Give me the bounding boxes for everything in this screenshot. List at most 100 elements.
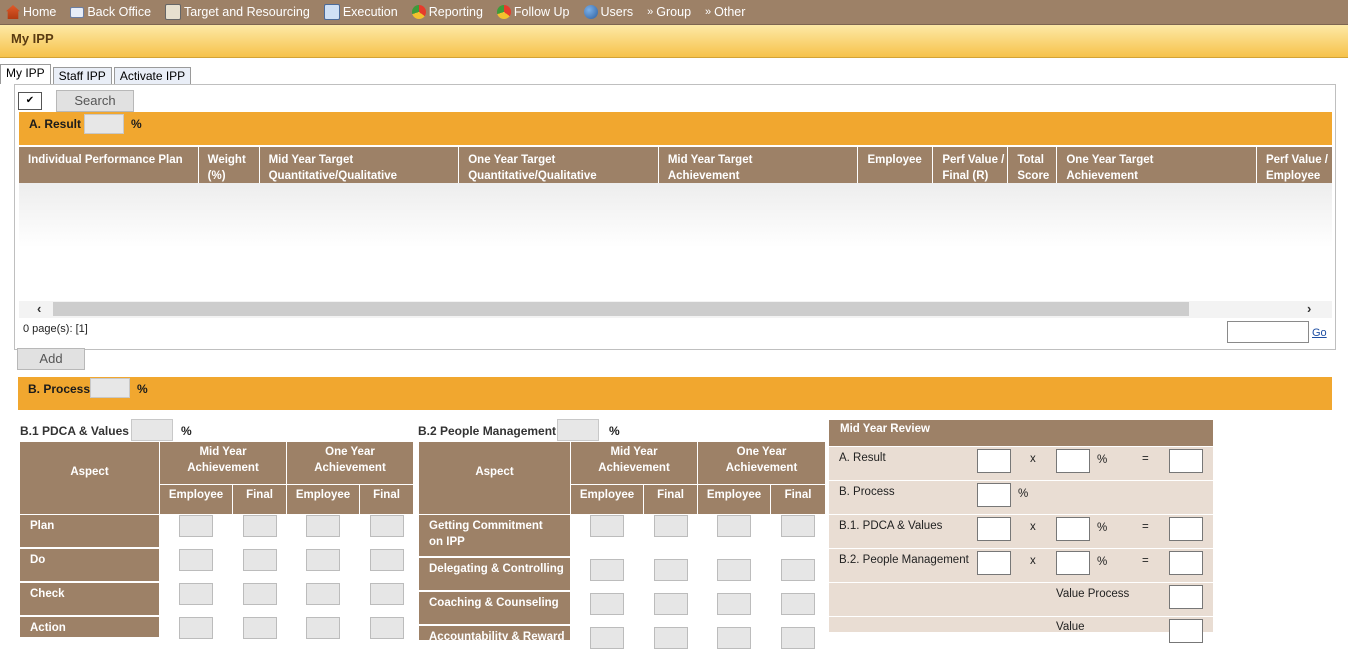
nav-home[interactable]: Home — [6, 5, 56, 19]
review-title: Mid Year Review — [829, 420, 1213, 446]
value-total[interactable] — [1169, 619, 1203, 643]
people-input[interactable] — [590, 559, 624, 581]
pdca-input[interactable] — [243, 617, 277, 639]
nav-label: Back Office — [87, 5, 152, 19]
pdca-input[interactable] — [243, 583, 277, 605]
nav-label: Target and Resourcing — [184, 5, 310, 19]
people-one-final-header: Final — [771, 485, 825, 514]
tab-strip: My IPP Staff IPP Activate IPP — [0, 64, 193, 85]
review-row-result: A. Result x % = — [829, 446, 1213, 480]
people-input[interactable] — [654, 593, 688, 615]
pdca-input[interactable] — [370, 617, 404, 639]
people-row-label: Coaching & Counseling — [419, 592, 570, 624]
nav-group[interactable]: » Group — [647, 5, 691, 19]
col-total-score: Total Score — [1008, 147, 1058, 183]
title-bar: My IPP — [0, 25, 1348, 58]
go-link[interactable]: Go — [1312, 327, 1327, 339]
review-people-total[interactable] — [1169, 551, 1203, 575]
pdca-input[interactable] — [179, 549, 213, 571]
target-icon — [165, 4, 182, 20]
people-row-label: Getting Commitment on IPP — [419, 515, 570, 556]
people-input[interactable] — [781, 593, 815, 615]
review-row-process: B. Process % — [829, 480, 1213, 514]
people-one-header: One Year Achievement — [698, 442, 825, 484]
pdca-input[interactable] — [179, 515, 213, 537]
percent-sign: % — [1097, 454, 1108, 466]
col-perf-final: Perf Value / Final (R) — [933, 147, 1009, 183]
pdca-mid-employee-header: Employee — [160, 485, 232, 514]
value-process-total[interactable] — [1169, 585, 1203, 609]
people-row-label: Accountability & Reward — [419, 626, 570, 640]
review-row-pdca: B.1. PDCA & Values x % = — [829, 514, 1213, 548]
pdca-input[interactable] — [306, 515, 340, 537]
col-weight: Weight (%) — [199, 147, 260, 183]
people-input[interactable] — [781, 559, 815, 581]
horizontal-scrollbar[interactable]: ‹ › — [19, 301, 1332, 318]
review-pdca-value[interactable] — [977, 517, 1011, 541]
value-label: Value — [1056, 621, 1085, 633]
people-input[interactable] — [590, 593, 624, 615]
review-row-value: Value — [829, 616, 1213, 643]
nav-reporting[interactable]: Reporting — [411, 5, 483, 19]
nav-back-office[interactable]: Back Office — [70, 5, 151, 19]
pdca-mid-final-header: Final — [233, 485, 286, 514]
pdca-input[interactable] — [370, 549, 404, 571]
review-result-total[interactable] — [1169, 449, 1203, 473]
people-weight-input[interactable] — [557, 419, 599, 441]
people-input[interactable] — [654, 627, 688, 649]
value-process-label: Value Process — [1056, 588, 1130, 600]
people-input[interactable] — [717, 593, 751, 615]
tab-activate-ipp[interactable]: Activate IPP — [113, 67, 192, 85]
people-input[interactable] — [781, 515, 815, 537]
pdca-weight-input[interactable] — [131, 419, 173, 441]
process-weight-input[interactable] — [90, 378, 130, 398]
percent-sign: % — [1097, 556, 1108, 568]
review-result-value[interactable] — [977, 449, 1011, 473]
scroll-right-icon[interactable]: › — [1307, 301, 1311, 316]
result-weight-input[interactable] — [84, 114, 124, 134]
pdca-input[interactable] — [179, 617, 213, 639]
people-input[interactable] — [717, 559, 751, 581]
scroll-left-icon[interactable]: ‹ — [37, 301, 41, 316]
nav-users[interactable]: Users — [583, 5, 633, 19]
nav-target-resourcing[interactable]: Target and Resourcing — [165, 4, 310, 20]
people-input[interactable] — [781, 627, 815, 649]
pdca-input[interactable] — [370, 515, 404, 537]
pdca-mid-header: Mid Year Achievement — [160, 442, 286, 484]
pdca-input[interactable] — [306, 549, 340, 571]
people-input[interactable] — [590, 627, 624, 649]
people-mid-header: Mid Year Achievement — [571, 442, 697, 484]
users-icon — [583, 5, 598, 19]
people-input[interactable] — [717, 515, 751, 537]
multiply-sign: x — [1030, 555, 1036, 567]
people-input[interactable] — [717, 627, 751, 649]
people-input[interactable] — [590, 515, 624, 537]
percent-sign: % — [1018, 488, 1029, 500]
nav-execution[interactable]: Execution — [323, 4, 398, 20]
review-pdca-weight[interactable] — [1056, 517, 1090, 541]
pdca-input[interactable] — [370, 583, 404, 605]
filter-select[interactable]: ✔ — [18, 92, 42, 110]
add-button[interactable]: Add — [17, 348, 85, 370]
people-input[interactable] — [654, 559, 688, 581]
scroll-thumb[interactable] — [53, 302, 1189, 316]
pdca-one-final-header: Final — [360, 485, 413, 514]
review-people-value[interactable] — [977, 551, 1011, 575]
page-input[interactable] — [1227, 321, 1309, 343]
result-label: A. Result — [29, 117, 82, 131]
review-pdca-total[interactable] — [1169, 517, 1203, 541]
pdca-input[interactable] — [306, 617, 340, 639]
review-people-weight[interactable] — [1056, 551, 1090, 575]
tab-my-ipp[interactable]: My IPP — [0, 64, 51, 84]
pdca-input[interactable] — [243, 549, 277, 571]
review-result-weight[interactable] — [1056, 449, 1090, 473]
pdca-input[interactable] — [243, 515, 277, 537]
pdca-input[interactable] — [306, 583, 340, 605]
search-button[interactable]: Search — [56, 90, 134, 112]
pdca-input[interactable] — [179, 583, 213, 605]
tab-staff-ipp[interactable]: Staff IPP — [52, 67, 112, 85]
review-process-value[interactable] — [977, 483, 1011, 507]
nav-follow-up[interactable]: Follow Up — [496, 5, 570, 19]
people-input[interactable] — [654, 515, 688, 537]
nav-other[interactable]: » Other — [705, 5, 745, 19]
